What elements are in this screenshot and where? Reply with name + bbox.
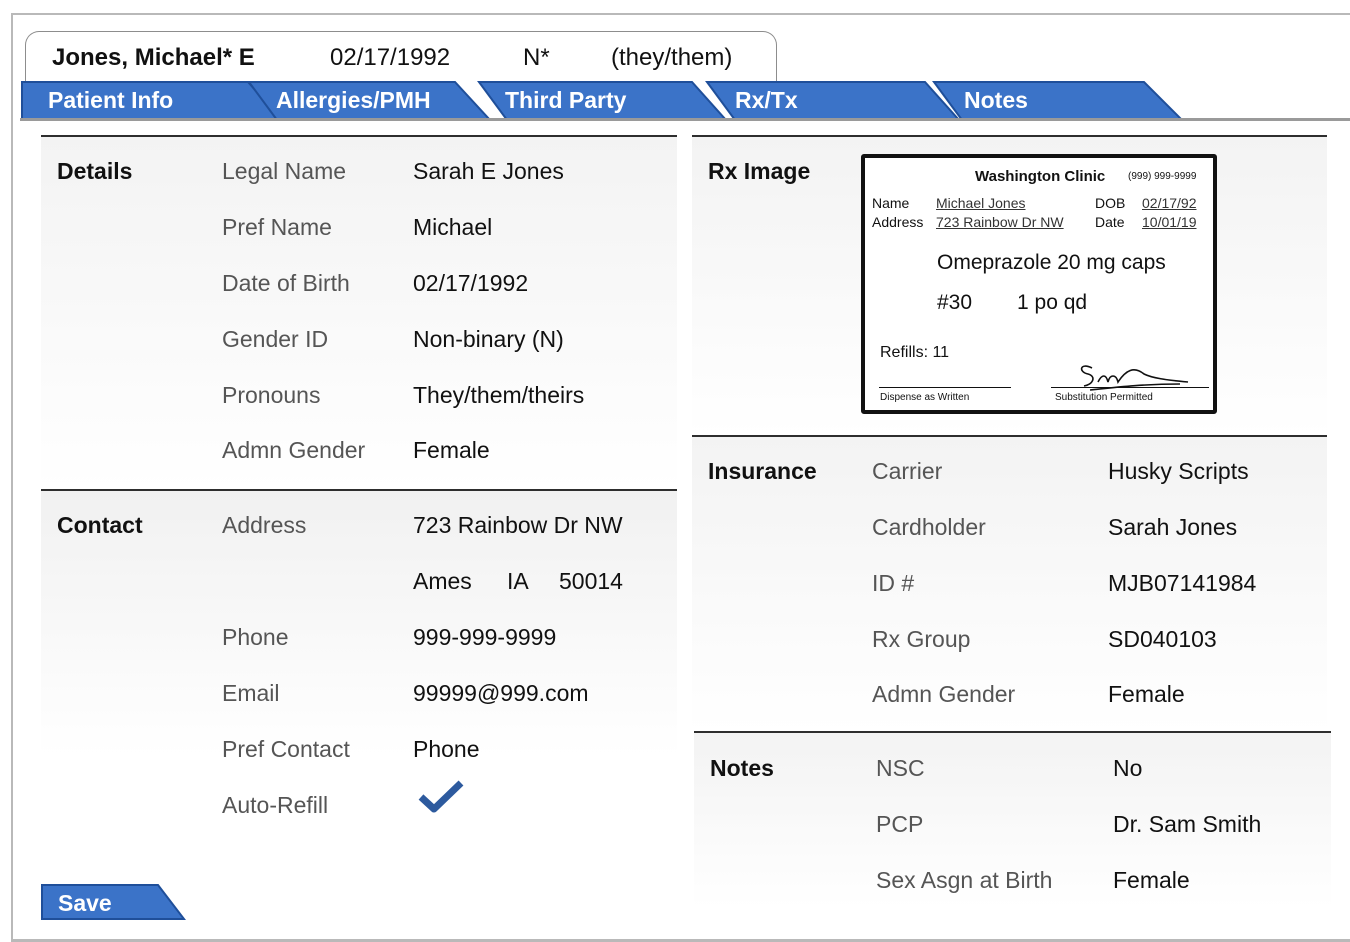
rx-address-label: Address xyxy=(872,214,924,230)
legal-name-label: Legal Name xyxy=(222,158,347,184)
rx-sig: 1 po qd xyxy=(1017,291,1088,314)
details-title: Details xyxy=(57,158,133,184)
ins-admn-gender-value: Female xyxy=(1108,681,1185,707)
tab-label: Third Party xyxy=(505,87,627,113)
rx-dispense-label: Dispense as Written xyxy=(880,392,970,403)
checkmark-icon[interactable] xyxy=(418,780,464,814)
gender-id-label: Gender ID xyxy=(222,326,329,352)
pronouns-value: They/them/theirs xyxy=(413,382,585,408)
address-state: IA xyxy=(507,568,529,594)
carrier-label: Carrier xyxy=(872,458,943,484)
tab-allergies-pmh[interactable]: Allergies/PMH xyxy=(247,80,492,120)
tab-label: Allergies/PMH xyxy=(276,87,431,113)
signature-icon xyxy=(1070,360,1190,394)
admn-gender-label: Admn Gender xyxy=(222,437,366,463)
patient-name: Jones, Michael* E xyxy=(52,44,255,71)
id-value: MJB07141984 xyxy=(1108,570,1257,596)
auto-refill-label: Auto-Refill xyxy=(222,792,329,818)
tab-bar: Patient Info Allergies/PMH Third Party R… xyxy=(0,80,1350,121)
rx-refills: Refills: 11 xyxy=(880,344,950,361)
pcp-value: Dr. Sam Smith xyxy=(1113,811,1262,837)
notes-title: Notes xyxy=(710,755,774,781)
email-label: Email xyxy=(222,680,280,706)
rx-address: 723 Rainbow Dr NW xyxy=(936,214,1064,230)
rx-image-title: Rx Image xyxy=(708,158,811,184)
rx-date-label: Date xyxy=(1095,214,1125,230)
rx-clinic: Washington Clinic xyxy=(975,168,1106,185)
legal-name-value: Sarah E Jones xyxy=(413,158,564,184)
rx-drug: Omeprazole 20 mg caps xyxy=(937,251,1166,274)
address-city: Ames xyxy=(413,568,472,594)
contact-title: Contact xyxy=(57,512,143,538)
carrier-value: Husky Scripts xyxy=(1108,458,1249,484)
cardholder-label: Cardholder xyxy=(872,514,986,540)
pref-contact-label: Pref Contact xyxy=(222,736,350,762)
rx-dob: 02/17/92 xyxy=(1142,195,1197,211)
sex-at-birth-value: Female xyxy=(1113,867,1190,893)
tab-underline xyxy=(20,118,1350,121)
tab-rx-tx[interactable]: Rx/Tx xyxy=(705,80,960,120)
save-label: Save xyxy=(58,890,112,916)
patient-pronouns: (they/them) xyxy=(611,44,733,71)
cardholder-value: Sarah Jones xyxy=(1108,514,1238,540)
tab-third-party[interactable]: Third Party xyxy=(477,80,727,120)
tab-label: Notes xyxy=(964,87,1028,113)
pcp-label: PCP xyxy=(876,811,924,837)
rx-image-card: Washington Clinic (999) 999-9999 Name Mi… xyxy=(861,154,1217,414)
nsc-label: NSC xyxy=(876,755,925,781)
id-label: ID # xyxy=(872,570,915,596)
patient-dob: 02/17/1992 xyxy=(330,44,451,71)
address-line1: 723 Rainbow Dr NW xyxy=(413,512,623,538)
rx-substitution-label: Substitution Permitted xyxy=(1055,392,1153,403)
pref-name-label: Pref Name xyxy=(222,214,332,240)
tab-label: Rx/Tx xyxy=(735,87,798,113)
rx-date: 10/01/19 xyxy=(1142,214,1197,230)
tab-patient-info[interactable]: Patient Info xyxy=(20,80,280,120)
admn-gender-value: Female xyxy=(413,437,490,463)
sex-at-birth-label: Sex Asgn at Birth xyxy=(876,867,1053,893)
gender-id-value: Non-binary (N) xyxy=(413,326,564,352)
rx-name-label: Name xyxy=(872,195,910,211)
rx-group-label: Rx Group xyxy=(872,626,971,652)
rx-clinic-phone: (999) 999-9999 xyxy=(1128,171,1197,182)
rx-dispense-line xyxy=(879,387,1011,388)
address-zip: 50014 xyxy=(559,568,623,594)
pref-name-value: Michael xyxy=(413,214,493,240)
address-label: Address xyxy=(222,512,307,538)
email-value: 99999@999.com xyxy=(413,680,589,706)
nsc-value: No xyxy=(1113,755,1143,781)
phone-label: Phone xyxy=(222,624,289,650)
save-button[interactable]: Save xyxy=(40,883,186,921)
pronouns-label: Pronouns xyxy=(222,382,321,408)
dob-value: 02/17/1992 xyxy=(413,270,529,296)
rx-substitution-line xyxy=(1051,387,1209,388)
insurance-title: Insurance xyxy=(708,458,817,484)
rx-qty: #30 xyxy=(937,291,973,314)
dob-label: Date of Birth xyxy=(222,270,350,296)
pref-contact-value: Phone xyxy=(413,736,480,762)
phone-value: 999-999-9999 xyxy=(413,624,557,650)
rx-name: Michael Jones xyxy=(936,195,1026,211)
rx-dob-label: DOB xyxy=(1095,195,1126,211)
tab-notes[interactable]: Notes xyxy=(932,80,1187,120)
rx-group-value: SD040103 xyxy=(1108,626,1217,652)
tab-label: Patient Info xyxy=(48,87,174,113)
patient-gender: N* xyxy=(523,44,550,71)
ins-admn-gender-label: Admn Gender xyxy=(872,681,1016,707)
